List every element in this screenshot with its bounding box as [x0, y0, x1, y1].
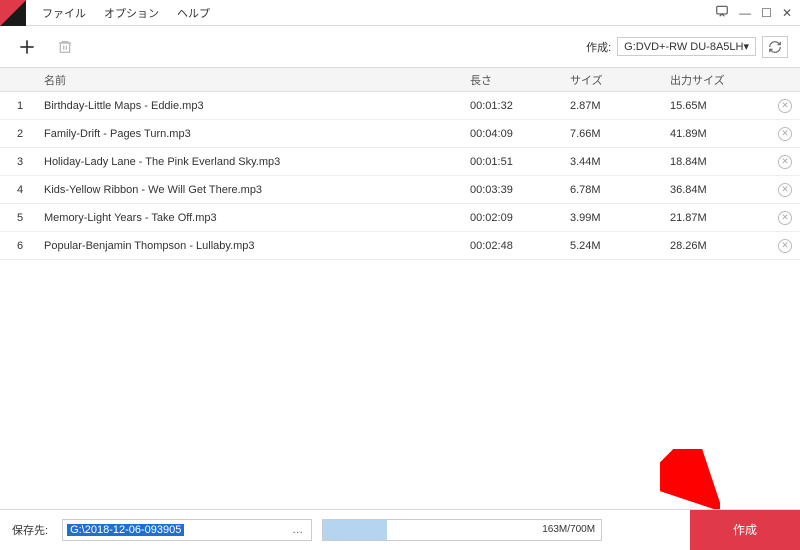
row-name: Holiday-Lady Lane - The Pink Everland Sk…: [40, 156, 470, 168]
progress-fill: [323, 520, 387, 540]
row-output-size: 18.84M: [670, 156, 770, 168]
row-remove-icon[interactable]: ✕: [778, 127, 792, 141]
row-name: Family-Drift - Pages Turn.mp3: [40, 128, 470, 140]
table-row[interactable]: 1Birthday-Little Maps - Eddie.mp300:01:3…: [0, 92, 800, 120]
row-remove-icon[interactable]: ✕: [778, 239, 792, 253]
row-length: 00:01:32: [470, 100, 570, 112]
row-size: 3.44M: [570, 156, 670, 168]
row-length: 00:02:48: [470, 240, 570, 252]
row-name: Popular-Benjamin Thompson - Lullaby.mp3: [40, 240, 470, 252]
device-label: 作成:: [586, 39, 611, 55]
row-length: 00:02:09: [470, 212, 570, 224]
device-value: G:DVD+-RW DU-8A5LH: [624, 41, 743, 53]
delete-button[interactable]: [52, 34, 78, 60]
maximize-button[interactable]: ☐: [761, 6, 772, 20]
row-index: 1: [0, 100, 40, 112]
save-path-text: G:\2018-12-06-093905: [67, 524, 184, 536]
row-output-size: 28.26M: [670, 240, 770, 252]
row-index: 5: [0, 212, 40, 224]
header-length: 長さ: [470, 72, 570, 88]
save-path-field[interactable]: G:\2018-12-06-093905 …: [62, 519, 312, 541]
row-size: 2.87M: [570, 100, 670, 112]
add-button[interactable]: [12, 32, 42, 62]
table-row[interactable]: 2Family-Drift - Pages Turn.mp300:04:097.…: [0, 120, 800, 148]
header-output-size: 出力サイズ: [670, 72, 770, 88]
table-body: 1Birthday-Little Maps - Eddie.mp300:01:3…: [0, 92, 800, 260]
window-controls: — ☐ ✕: [715, 4, 800, 21]
row-size: 3.99M: [570, 212, 670, 224]
table-row[interactable]: 6Popular-Benjamin Thompson - Lullaby.mp3…: [0, 232, 800, 260]
row-size: 5.24M: [570, 240, 670, 252]
footer: 保存先: G:\2018-12-06-093905 … 163M/700M 作成: [0, 509, 800, 549]
row-index: 2: [0, 128, 40, 140]
row-output-size: 21.87M: [670, 212, 770, 224]
row-length: 00:04:09: [470, 128, 570, 140]
minimize-button[interactable]: —: [739, 6, 751, 20]
row-output-size: 15.65M: [670, 100, 770, 112]
close-button[interactable]: ✕: [782, 6, 792, 20]
row-size: 6.78M: [570, 184, 670, 196]
toolbar: 作成: G:DVD+-RW DU-8A5LH ▾: [0, 26, 800, 68]
refresh-button[interactable]: [762, 36, 788, 58]
menu-help[interactable]: ヘルプ: [169, 1, 218, 25]
row-output-size: 36.84M: [670, 184, 770, 196]
menu-option[interactable]: オプション: [96, 1, 167, 25]
row-size: 7.66M: [570, 128, 670, 140]
progress-bar: 163M/700M: [322, 519, 602, 541]
device-select[interactable]: G:DVD+-RW DU-8A5LH ▾: [617, 37, 756, 56]
table-row[interactable]: 5Memory-Light Years - Take Off.mp300:02:…: [0, 204, 800, 232]
arrow-annotation: [660, 449, 720, 509]
menu-bar: ファイル オプション ヘルプ: [34, 1, 218, 25]
row-remove-icon[interactable]: ✕: [778, 211, 792, 225]
row-length: 00:03:39: [470, 184, 570, 196]
table-header: 名前 長さ サイズ 出力サイズ: [0, 68, 800, 92]
create-button[interactable]: 作成: [690, 510, 800, 550]
row-name: Kids-Yellow Ribbon - We Will Get There.m…: [40, 184, 470, 196]
table-row[interactable]: 4Kids-Yellow Ribbon - We Will Get There.…: [0, 176, 800, 204]
menu-file[interactable]: ファイル: [34, 1, 94, 25]
row-output-size: 41.89M: [670, 128, 770, 140]
row-name: Birthday-Little Maps - Eddie.mp3: [40, 100, 470, 112]
row-remove-icon[interactable]: ✕: [778, 183, 792, 197]
row-index: 6: [0, 240, 40, 252]
row-length: 00:01:51: [470, 156, 570, 168]
header-size: サイズ: [570, 72, 670, 88]
row-index: 4: [0, 184, 40, 196]
save-label: 保存先:: [12, 522, 48, 538]
row-remove-icon[interactable]: ✕: [778, 99, 792, 113]
row-index: 3: [0, 156, 40, 168]
row-remove-icon[interactable]: ✕: [778, 155, 792, 169]
chevron-down-icon: ▾: [743, 40, 749, 53]
app-logo: [0, 0, 26, 26]
feedback-icon[interactable]: [715, 4, 729, 21]
table-row[interactable]: 3Holiday-Lady Lane - The Pink Everland S…: [0, 148, 800, 176]
progress-text: 163M/700M: [542, 520, 595, 540]
browse-button[interactable]: …: [289, 524, 307, 536]
header-name: 名前: [40, 72, 470, 88]
row-name: Memory-Light Years - Take Off.mp3: [40, 212, 470, 224]
titlebar: ファイル オプション ヘルプ — ☐ ✕: [0, 0, 800, 26]
